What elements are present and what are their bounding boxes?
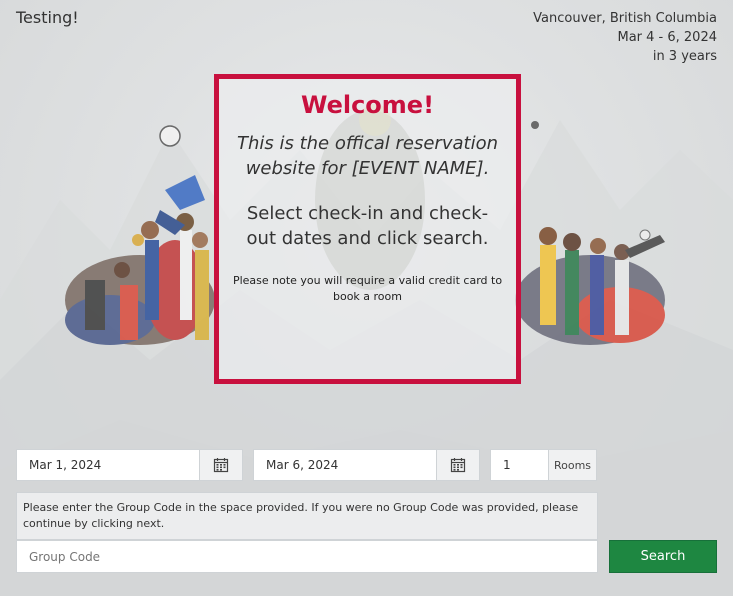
check-out-input[interactable] <box>254 450 436 480</box>
check-in-input[interactable] <box>17 450 199 480</box>
site-title: Testing! <box>16 8 79 27</box>
event-countdown: in 3 years <box>652 49 717 64</box>
search-button[interactable]: Search <box>609 540 717 573</box>
welcome-instructions: Select check-in and check-out dates and … <box>246 203 489 249</box>
calendar-icon <box>450 458 466 473</box>
rooms-label: Rooms <box>548 449 597 481</box>
check-out-field[interactable] <box>253 449 437 481</box>
event-location: Vancouver, British Columbia <box>533 11 717 26</box>
group-code-field[interactable] <box>16 540 598 573</box>
group-code-note: Please enter the Group Code in the space… <box>16 492 598 540</box>
group-code-input[interactable] <box>17 541 597 572</box>
check-in-calendar-button[interactable] <box>199 449 243 481</box>
welcome-panel: Welcome! This is the offical reservation… <box>214 74 521 384</box>
event-dates: Mar 4 - 6, 2024 <box>617 30 717 45</box>
check-out-calendar-button[interactable] <box>436 449 480 481</box>
check-in-field[interactable] <box>16 449 200 481</box>
event-info: Vancouver, British Columbia Mar 4 - 6, 2… <box>533 9 717 66</box>
credit-card-note: Please note you will require a valid cre… <box>232 274 503 303</box>
rooms-field[interactable] <box>490 449 549 481</box>
welcome-intro: This is the offical reservation website … <box>236 133 498 179</box>
calendar-icon <box>213 458 229 473</box>
rooms-input[interactable] <box>491 450 548 480</box>
welcome-title: Welcome! <box>300 91 435 119</box>
